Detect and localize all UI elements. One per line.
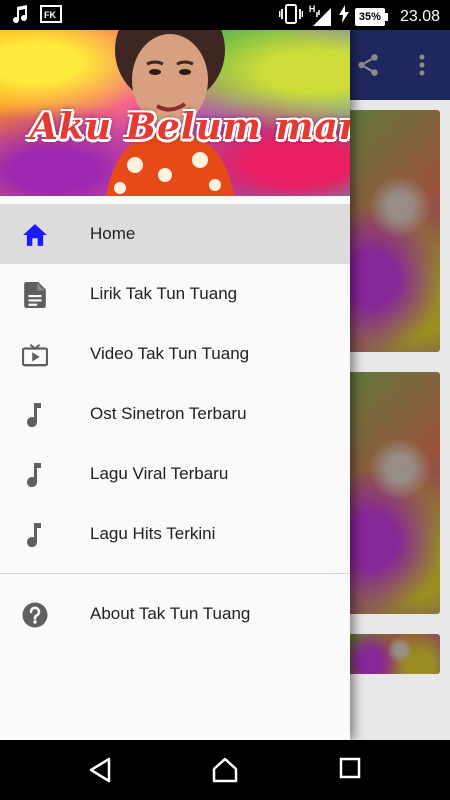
drawer-item-label: Lagu Hits Terkini <box>90 524 216 543</box>
share-icon[interactable] <box>355 52 381 83</box>
system-navigation-bar <box>0 740 450 800</box>
drawer-item-home[interactable]: Home <box>0 204 350 264</box>
overflow-menu-icon[interactable] <box>412 52 432 83</box>
vibrate-icon <box>278 4 304 29</box>
battery-level: 35% <box>354 7 385 26</box>
music-note-icon <box>22 522 48 548</box>
drawer-header: Aku Belum mandi <box>0 30 350 196</box>
tv-icon <box>22 342 48 368</box>
drawer-item-video[interactable]: Video Tak Tun Tuang <box>0 324 350 384</box>
drawer-item-lagu-viral[interactable]: Lagu Viral Terbaru <box>0 444 350 504</box>
status-bar: FK H 35% 23.08 <box>0 0 450 30</box>
clock: 23.08 <box>399 7 440 25</box>
fk-notification-icon: FK <box>40 5 62 28</box>
back-icon[interactable] <box>88 757 114 783</box>
content-card[interactable] <box>340 110 440 352</box>
home-icon <box>22 222 48 248</box>
charging-icon <box>338 5 349 28</box>
drawer-item-label: Lirik Tak Tun Tuang <box>90 284 238 303</box>
drawer-item-label: About Tak Tun Tuang <box>90 604 251 623</box>
drawer-item-about[interactable]: About Tak Tun Tuang <box>0 584 350 644</box>
help-icon <box>22 602 48 628</box>
content-card[interactable] <box>340 372 440 614</box>
home-icon[interactable] <box>212 757 238 783</box>
drawer-item-label: Video Tak Tun Tuang <box>90 344 250 363</box>
content-card[interactable] <box>340 634 440 674</box>
signal-icon: H <box>309 4 333 28</box>
music-note-icon <box>22 462 48 488</box>
navigation-drawer: Aku Belum mandi Home Lirik Tak Tun Tuang… <box>0 30 350 740</box>
drawer-item-ost-sinetron[interactable]: Ost Sinetron Terbaru <box>0 384 350 444</box>
header-title: Aku Belum mandi <box>30 106 350 148</box>
drawer-item-lagu-hits[interactable]: Lagu Hits Terkini <box>0 504 350 564</box>
notification-icons: FK <box>12 5 62 28</box>
drawer-item-label: Lagu Viral Terbaru <box>90 464 229 483</box>
svg-text:FK: FK <box>44 10 56 20</box>
drawer-menu: Home Lirik Tak Tun Tuang Video Tak Tun T… <box>0 196 350 564</box>
drawer-item-label: Home <box>90 224 136 243</box>
document-icon <box>22 282 48 308</box>
battery-icon: 35% <box>354 7 388 26</box>
system-icons: H 35% 23.08 <box>278 4 440 29</box>
drawer-secondary-menu: About Tak Tun Tuang <box>0 574 350 644</box>
drawer-item-label: Ost Sinetron Terbaru <box>90 404 247 423</box>
recents-icon[interactable] <box>339 757 365 783</box>
drawer-item-lirik[interactable]: Lirik Tak Tun Tuang <box>0 264 350 324</box>
music-note-icon <box>12 5 28 28</box>
music-note-icon <box>22 402 48 428</box>
